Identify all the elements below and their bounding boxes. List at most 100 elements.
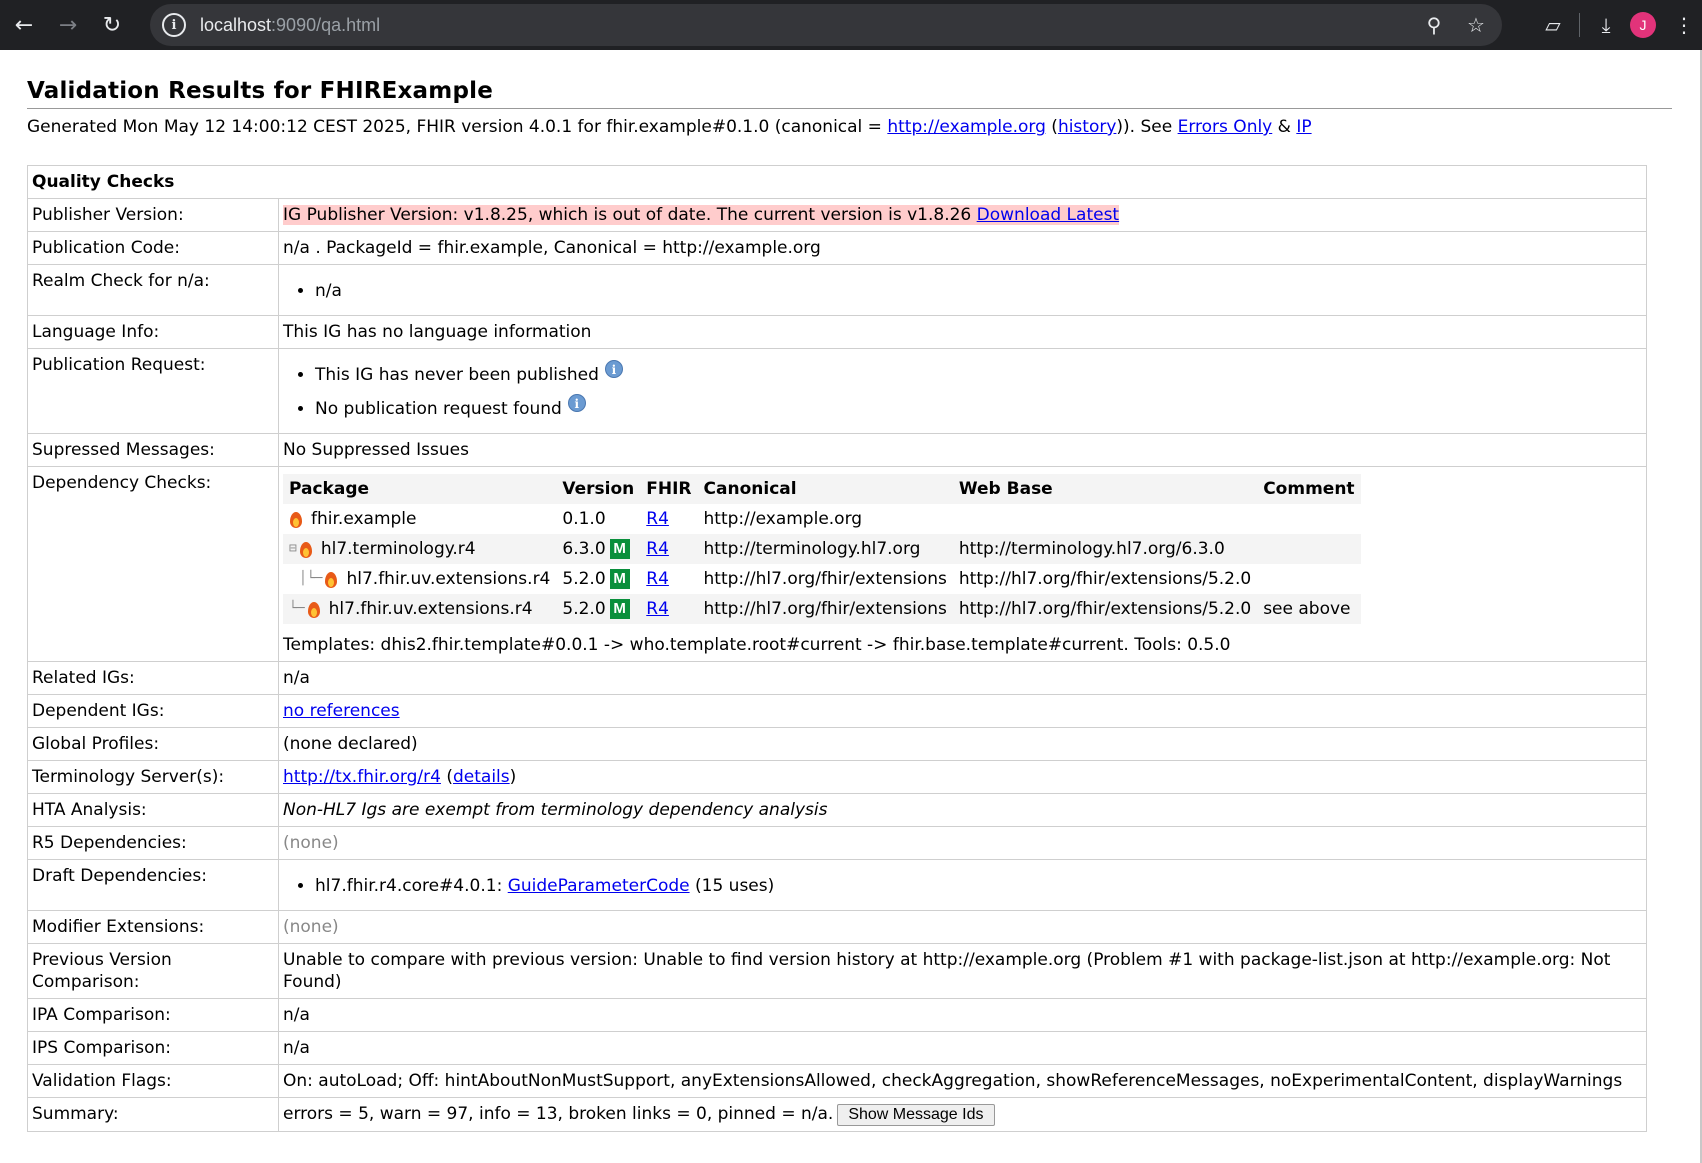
row-label: Validation Flags: bbox=[27, 1064, 279, 1098]
fhir-version-link[interactable]: R4 bbox=[646, 569, 669, 589]
table-row: Publisher Version: IG Publisher Version:… bbox=[27, 198, 1647, 232]
show-message-ids-button[interactable]: Show Message Ids bbox=[837, 1104, 995, 1126]
table-row: Draft Dependencies: hl7.fhir.r4.core#4.0… bbox=[27, 859, 1647, 911]
tx-server-link[interactable]: http://tx.fhir.org/r4 bbox=[283, 767, 441, 787]
table-row: Quality Checks bbox=[27, 165, 1647, 199]
col-header-comment: Comment bbox=[1257, 474, 1361, 504]
ipa-value: n/a bbox=[278, 998, 1647, 1032]
table-row: Summary: errors = 5, warn = 97, info = 1… bbox=[27, 1097, 1647, 1132]
fhir-flame-icon bbox=[299, 540, 313, 558]
row-label: Previous Version Comparison: bbox=[27, 943, 279, 999]
forward-arrow-icon[interactable]: → bbox=[48, 5, 88, 45]
zoom-icon[interactable]: ⚲ bbox=[1416, 7, 1452, 43]
maturity-badge: M bbox=[609, 569, 630, 589]
fhir-flame-icon bbox=[307, 600, 321, 618]
tree-branch-icon: │└─ bbox=[299, 571, 323, 586]
row-label: Global Profiles: bbox=[27, 727, 279, 761]
download-icon[interactable]: ⤓ bbox=[1588, 7, 1624, 43]
tree-collapse-icon[interactable]: ⊟ bbox=[289, 537, 297, 561]
dependency-row: fhir.example 0.1.0 R4 http://example.org bbox=[283, 504, 1361, 534]
maturity-badge: M bbox=[609, 599, 630, 619]
download-latest-link[interactable]: Download Latest bbox=[977, 205, 1119, 225]
summary-value: errors = 5, warn = 97, info = 13, broken… bbox=[278, 1097, 1647, 1132]
toolbar-divider bbox=[1579, 13, 1580, 37]
page-title: Validation Results for FHIRExample bbox=[27, 78, 1672, 109]
row-label: Terminology Server(s): bbox=[27, 760, 279, 794]
row-label: IPA Comparison: bbox=[27, 998, 279, 1032]
dependency-row: │└─ hl7.fhir.uv.extensions.r4 5.2.0 M R4 h… bbox=[299, 569, 1252, 589]
avatar[interactable]: J bbox=[1630, 12, 1656, 38]
hta-value: Non-HL7 Igs are exempt from terminology … bbox=[278, 793, 1647, 827]
table-row: Validation Flags: On: autoLoad; Off: hin… bbox=[27, 1064, 1647, 1098]
table-row: IPA Comparison: n/a bbox=[27, 998, 1647, 1032]
table-row: Terminology Server(s): http://tx.fhir.or… bbox=[27, 760, 1647, 794]
row-label: Publication Code: bbox=[27, 231, 279, 265]
row-label: HTA Analysis: bbox=[27, 793, 279, 827]
publisher-version-value: IG Publisher Version: v1.8.25, which is … bbox=[278, 198, 1647, 232]
row-label: Realm Check for n/a: bbox=[27, 264, 279, 316]
table-row: R5 Dependencies: (none) bbox=[27, 826, 1647, 860]
fhir-version-link[interactable]: R4 bbox=[646, 509, 669, 529]
info-icon[interactable]: i bbox=[604, 360, 623, 378]
ips-value: n/a bbox=[278, 1031, 1647, 1065]
row-label: Publisher Version: bbox=[27, 198, 279, 232]
table-row: Publication Request: This IG has never b… bbox=[27, 348, 1647, 434]
publication-code-value: n/a . PackageId = fhir.example, Canonica… bbox=[278, 231, 1647, 265]
table-row: Supressed Messages: No Suppressed Issues bbox=[27, 433, 1647, 467]
list-item: No publication request foundi bbox=[315, 394, 1642, 420]
table-header: Quality Checks bbox=[27, 165, 1647, 199]
reload-icon[interactable]: ↻ bbox=[92, 5, 132, 45]
page-content: Validation Results for FHIRExample Gener… bbox=[27, 50, 1672, 1132]
fhir-flame-icon bbox=[324, 570, 338, 588]
table-row: Dependency Checks: Package Version FHIR … bbox=[27, 466, 1647, 662]
canonical-link[interactable]: http://example.org bbox=[887, 117, 1046, 137]
maturity-badge: M bbox=[609, 539, 630, 559]
table-row: Language Info: This IG has no language i… bbox=[27, 315, 1647, 349]
address-bar[interactable]: i localhost:9090/qa.html ⚲ ☆ bbox=[150, 4, 1502, 46]
bookmark-star-icon[interactable]: ☆ bbox=[1458, 7, 1494, 43]
browser-toolbar: ← → ↻ i localhost:9090/qa.html ⚲ ☆ ▱ ⤓ J… bbox=[0, 0, 1702, 50]
fhir-version-link[interactable]: R4 bbox=[646, 599, 669, 619]
row-label: Publication Request: bbox=[27, 348, 279, 434]
global-profiles-value: (none declared) bbox=[278, 727, 1647, 761]
more-menu-icon[interactable]: ⋮ bbox=[1666, 7, 1702, 43]
col-header-canonical: Canonical bbox=[697, 474, 953, 504]
suppressed-value: No Suppressed Issues bbox=[278, 433, 1647, 467]
list-item: This IG has never been publishedi bbox=[315, 360, 1642, 386]
table-row: Previous Version Comparison: Unable to c… bbox=[27, 943, 1647, 999]
errors-only-link[interactable]: Errors Only bbox=[1178, 117, 1273, 137]
row-label: Dependent IGs: bbox=[27, 694, 279, 728]
out-of-date-warning: IG Publisher Version: v1.8.25, which is … bbox=[283, 205, 1120, 225]
row-label: Language Info: bbox=[27, 315, 279, 349]
row-label: Related IGs: bbox=[27, 661, 279, 695]
language-info-value: This IG has no language information bbox=[278, 315, 1647, 349]
tree-branch-icon: └─ bbox=[289, 601, 305, 616]
r5-dependencies-value: (none) bbox=[278, 826, 1647, 860]
no-references-link[interactable]: no references bbox=[283, 701, 400, 721]
realm-check-value: n/a bbox=[278, 264, 1647, 316]
dependency-row: ⊟ hl7.terminology.r4 6.3.0 M R4 http://ter… bbox=[283, 534, 1361, 564]
ip-link[interactable]: IP bbox=[1296, 117, 1311, 137]
fhir-flame-icon bbox=[289, 510, 303, 528]
history-link[interactable]: history bbox=[1058, 117, 1116, 137]
info-icon[interactable]: i bbox=[567, 394, 586, 412]
details-link[interactable]: details bbox=[453, 767, 510, 787]
guide-parameter-code-link[interactable]: GuideParameterCode bbox=[508, 876, 690, 896]
site-info-icon[interactable]: i bbox=[162, 13, 186, 37]
terminology-servers-value: http://tx.fhir.org/r4 (details) bbox=[278, 760, 1647, 794]
list-item: hl7.fhir.r4.core#4.0.1: GuideParameterCo… bbox=[315, 875, 1642, 897]
row-label: Dependency Checks: bbox=[27, 466, 279, 662]
table-row: IPS Comparison: n/a bbox=[27, 1031, 1647, 1065]
fhir-version-link[interactable]: R4 bbox=[646, 539, 669, 559]
table-row: Realm Check for n/a: n/a bbox=[27, 264, 1647, 316]
row-label: Draft Dependencies: bbox=[27, 859, 279, 911]
row-label: Supressed Messages: bbox=[27, 433, 279, 467]
generated-line: Generated Mon May 12 14:00:12 CEST 2025,… bbox=[27, 117, 1312, 137]
table-row: Related IGs: n/a bbox=[27, 661, 1647, 695]
dependency-table: Package Version FHIR Canonical Web Base … bbox=[283, 474, 1361, 624]
back-arrow-icon[interactable]: ← bbox=[4, 5, 44, 45]
quality-checks-table: Quality Checks Publisher Version: IG Pub… bbox=[27, 165, 1647, 1132]
url-text[interactable]: localhost:9090/qa.html bbox=[200, 15, 380, 36]
extensions-icon[interactable]: ▱ bbox=[1535, 7, 1571, 43]
table-row: Dependent IGs: no references bbox=[27, 694, 1647, 728]
